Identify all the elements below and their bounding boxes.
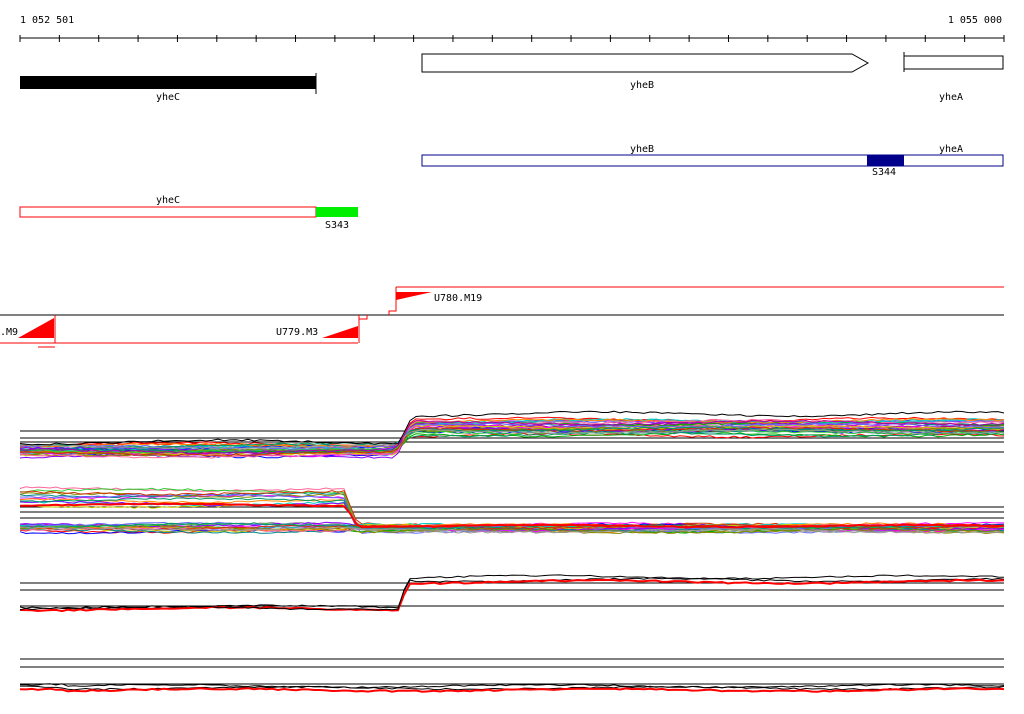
transcript-yheB-yheA-box[interactable]	[421, 154, 1004, 167]
gene-yheC-label: yheC	[156, 92, 180, 103]
segment-track: .M9 U779.M3 U780.M19	[0, 286, 1004, 348]
transcript-S343-label: S343	[325, 220, 349, 231]
segment-u779-m3-wedge[interactable]	[322, 326, 358, 338]
expression-track-3	[19, 574, 1005, 613]
expression-track-2	[19, 486, 1005, 535]
segment-u779-m3-label: U779.M3	[276, 327, 318, 338]
gene-yheB-arrow[interactable]	[421, 53, 870, 73]
transcript-S343-block[interactable]	[316, 207, 358, 217]
segment-u779-m9-label: .M9	[0, 327, 18, 338]
genome-browser-view: 1 052 501 1 055 000 yheC yheB yheA yheB …	[0, 15, 1005, 693]
segment-u779-m9-wedge[interactable]	[18, 318, 54, 338]
transcript-S344-block[interactable]	[867, 155, 904, 166]
transcript-yheB-label: yheB	[630, 144, 654, 155]
transcript-yheC-box[interactable]	[19, 206, 317, 218]
coordinate-ruler: 1 052 501 1 055 000	[19, 15, 1005, 42]
expression-track-1	[19, 410, 1005, 459]
expression-profile-line	[19, 574, 1005, 611]
gene-yheB-label: yheB	[630, 80, 654, 91]
ruler-end-label: 1 055 000	[948, 15, 1002, 26]
gene-track: yheC yheB yheA	[20, 52, 1004, 103]
transcript-yheC-label: yheC	[156, 195, 180, 206]
expression-track-4	[19, 658, 1005, 693]
transcript-S344-label: S344	[872, 167, 896, 178]
segment-u780-m19-label: U780.M19	[434, 293, 482, 304]
gene-yheC-bar[interactable]	[20, 76, 316, 89]
expression-tracks	[19, 410, 1005, 693]
transcript-track-blue: yheB yheA S344	[421, 144, 1004, 178]
transcript-track-red: yheC S343	[19, 195, 358, 231]
ruler-start-label: 1 052 501	[20, 15, 74, 26]
transcript-yheA-label: yheA	[939, 144, 963, 155]
gene-yheA-bar[interactable]	[903, 55, 1004, 70]
segment-step-connector	[358, 287, 397, 320]
segment-u780-m19-wedge[interactable]	[396, 292, 432, 300]
gene-yheA-label: yheA	[939, 92, 963, 103]
